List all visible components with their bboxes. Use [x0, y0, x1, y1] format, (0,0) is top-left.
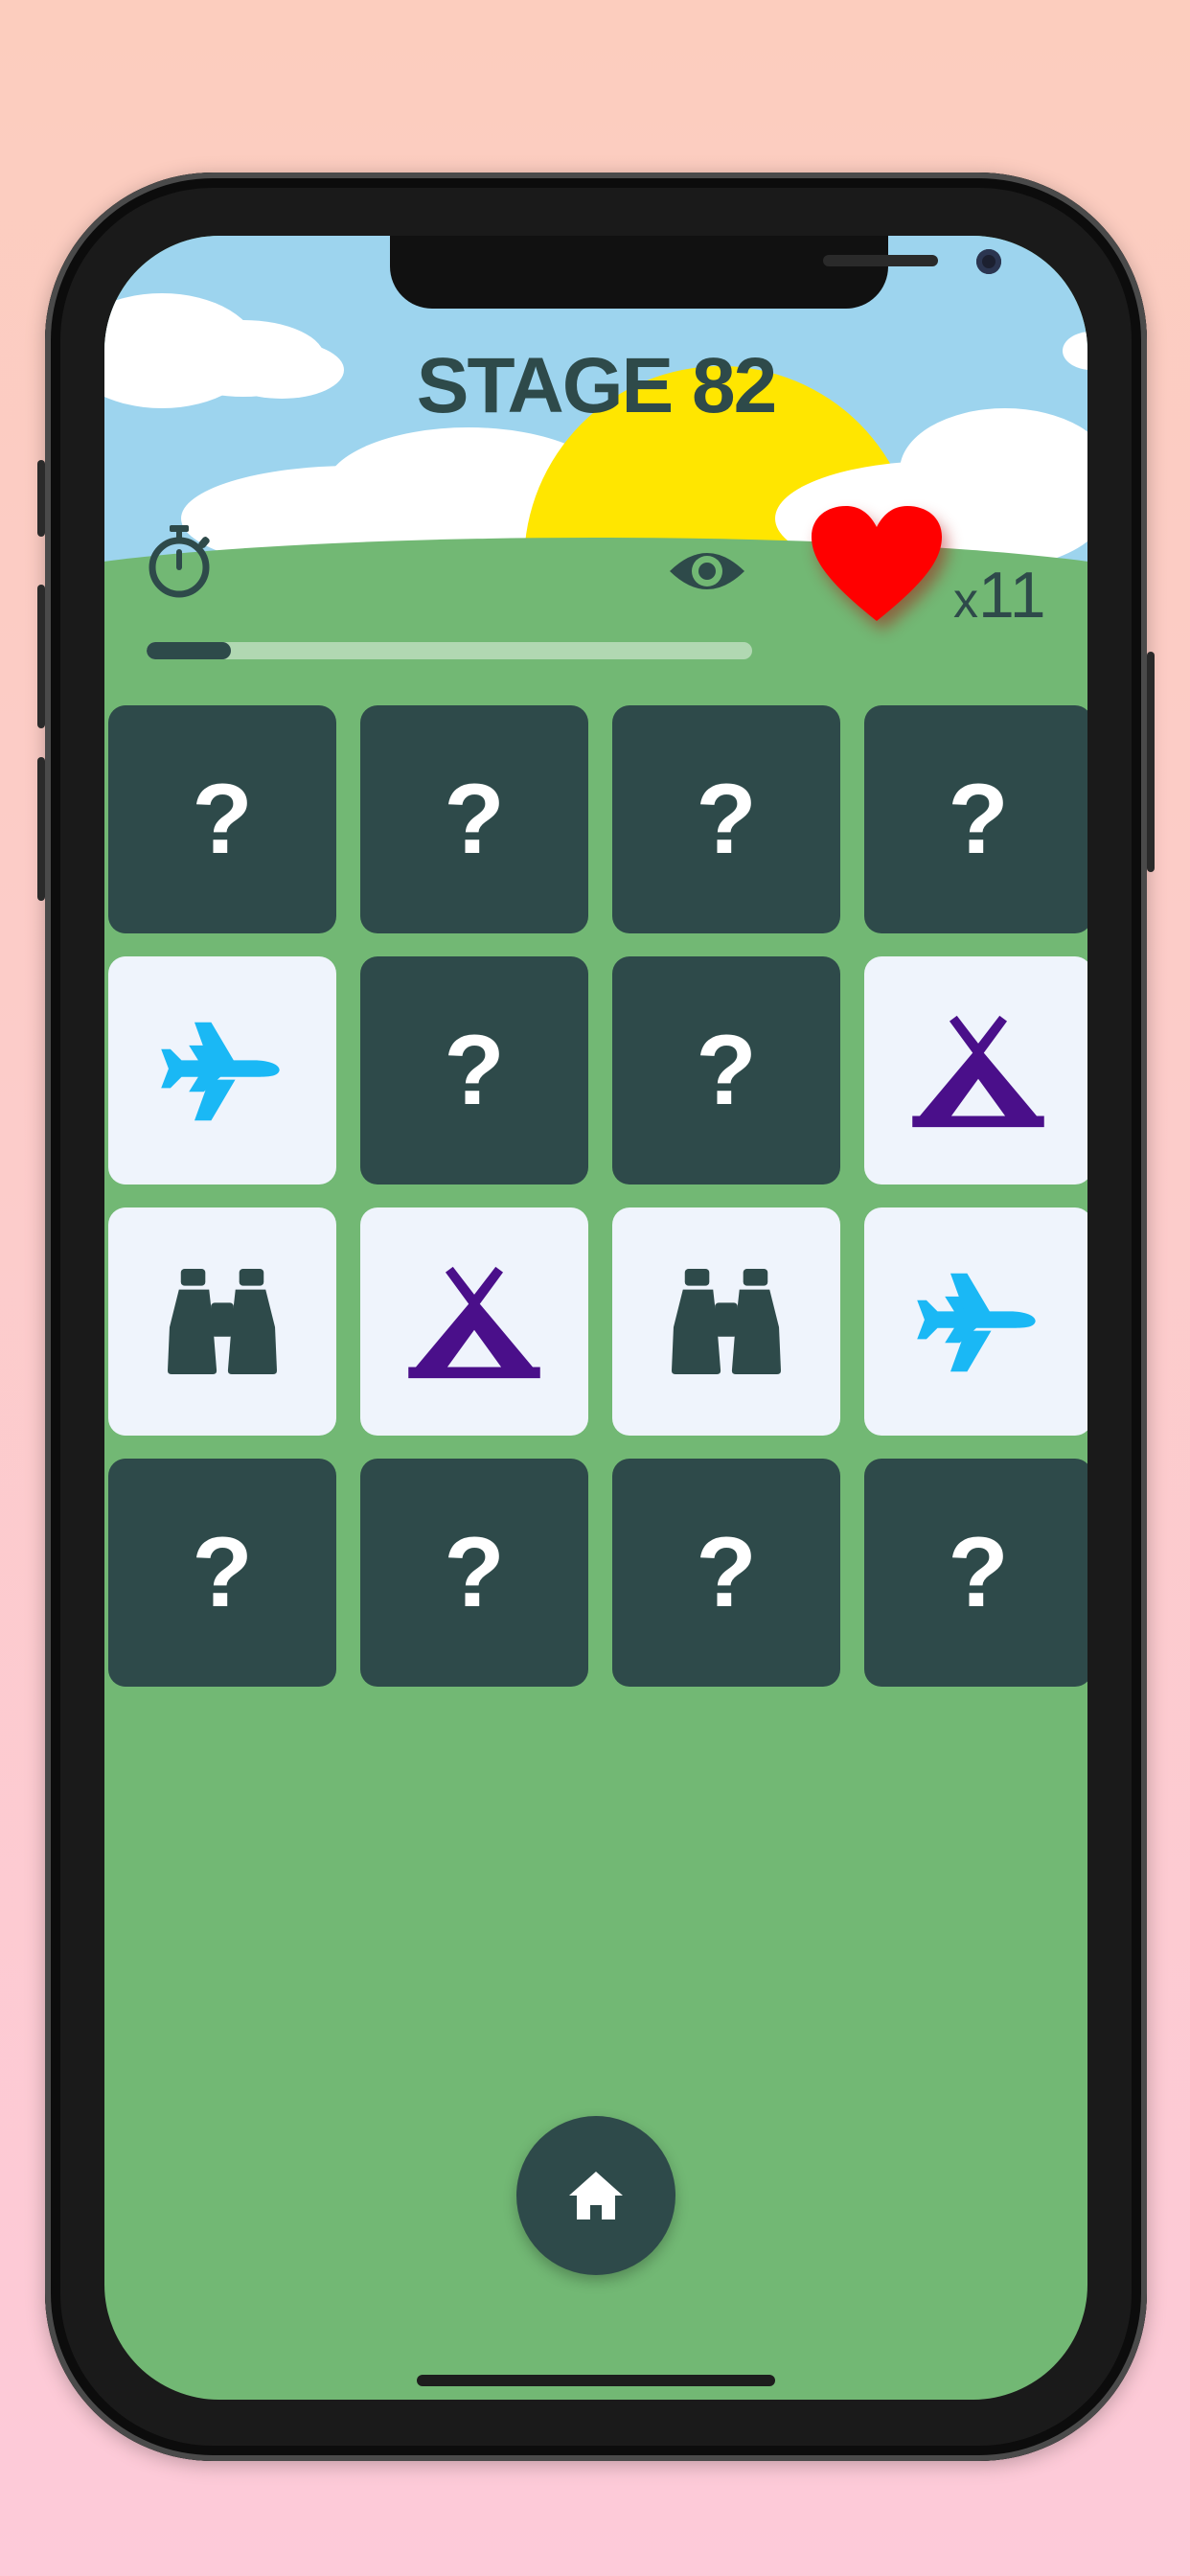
- stopwatch-icon[interactable]: [145, 523, 214, 600]
- revealed-card-tent[interactable]: [360, 1208, 588, 1436]
- revealed-card-airplane[interactable]: [108, 956, 336, 1184]
- game-screen: STAGE 82 x11 ??????????: [104, 236, 1087, 2400]
- timer-progress-fill: [147, 642, 232, 659]
- phone-volume-up: [37, 585, 45, 728]
- hidden-card[interactable]: ?: [612, 705, 840, 933]
- airplane-icon: [157, 1015, 287, 1126]
- hidden-card[interactable]: ?: [864, 1459, 1087, 1687]
- question-mark-icon: ?: [696, 1517, 757, 1628]
- question-mark-icon: ?: [696, 764, 757, 875]
- phone-frame: STAGE 82 x11 ??????????: [37, 172, 1155, 2461]
- question-mark-icon: ?: [948, 764, 1009, 875]
- home-icon: [569, 2172, 623, 2220]
- phone-power-button: [1147, 652, 1155, 872]
- question-mark-icon: ?: [444, 764, 505, 875]
- hidden-card[interactable]: ?: [864, 705, 1087, 933]
- phone-speaker: [823, 255, 938, 266]
- phone-camera: [976, 249, 1001, 274]
- phone-mute-switch: [37, 460, 45, 537]
- revealed-card-tent[interactable]: [864, 956, 1087, 1184]
- timer-progress-bar: [147, 642, 752, 659]
- hidden-card[interactable]: ?: [360, 956, 588, 1184]
- binoculars-icon: [670, 1267, 783, 1376]
- binoculars-icon: [166, 1267, 279, 1376]
- home-button[interactable]: [516, 2116, 675, 2275]
- airplane-icon: [913, 1266, 1043, 1377]
- hidden-card[interactable]: ?: [612, 1459, 840, 1687]
- lives-counter: x11: [953, 558, 1046, 632]
- home-indicator: [417, 2375, 775, 2386]
- hidden-card[interactable]: ?: [108, 1459, 336, 1687]
- question-mark-icon: ?: [192, 1517, 253, 1628]
- tent-icon: [404, 1263, 544, 1380]
- stage-title: STAGE 82: [416, 342, 777, 429]
- heart-icon: [812, 506, 942, 621]
- hidden-card[interactable]: ?: [360, 1459, 588, 1687]
- phone-volume-down: [37, 757, 45, 901]
- hidden-card[interactable]: ?: [360, 705, 588, 933]
- question-mark-icon: ?: [948, 1517, 1009, 1628]
- revealed-card-binoculars[interactable]: [108, 1208, 336, 1436]
- lives-prefix: x: [953, 573, 978, 629]
- question-mark-icon: ?: [192, 764, 253, 875]
- eye-icon[interactable]: [666, 544, 748, 598]
- revealed-card-binoculars[interactable]: [612, 1208, 840, 1436]
- hidden-card[interactable]: ?: [108, 705, 336, 933]
- card-grid: ??????????: [108, 705, 1087, 1687]
- question-mark-icon: ?: [696, 1015, 757, 1126]
- phone-notch: [390, 236, 1001, 309]
- tent-icon: [908, 1012, 1048, 1129]
- revealed-card-airplane[interactable]: [864, 1208, 1087, 1436]
- question-mark-icon: ?: [444, 1517, 505, 1628]
- question-mark-icon: ?: [444, 1015, 505, 1126]
- lives-count: 11: [978, 559, 1046, 632]
- hidden-card[interactable]: ?: [612, 956, 840, 1184]
